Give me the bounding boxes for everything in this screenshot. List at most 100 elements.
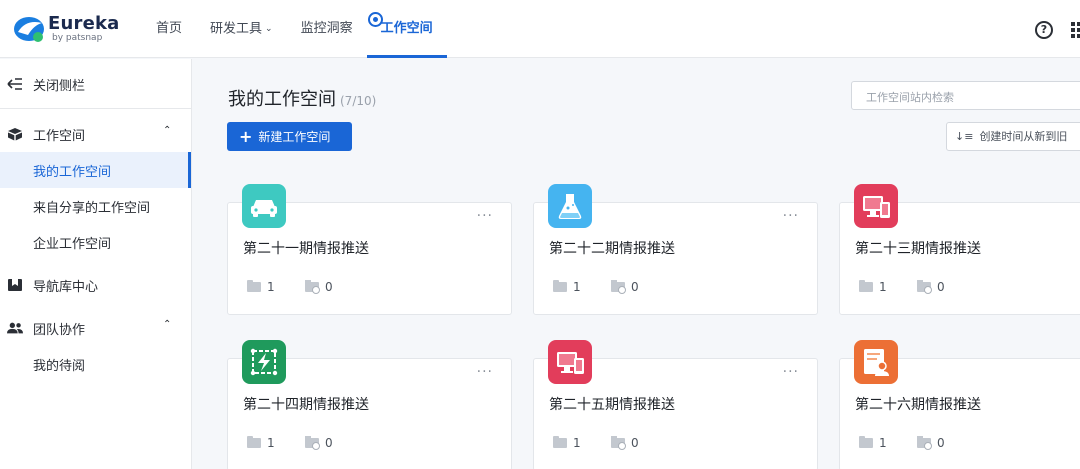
sidebar-item-nav-library[interactable]: 导航库中心 bbox=[0, 267, 191, 303]
nav-rd-tools-label: 研发工具 bbox=[210, 21, 263, 37]
folder-count: 1 bbox=[859, 280, 887, 294]
nav-workspace-label: 工作空间 bbox=[380, 21, 433, 36]
logo-name: Eureka bbox=[48, 13, 120, 34]
sidebar-item-my-workspace-label: 我的工作空间 bbox=[33, 165, 112, 180]
shared-folder-icon bbox=[611, 280, 626, 294]
chevron-up-icon[interactable]: ⌃ bbox=[163, 125, 171, 136]
workspace-count: (7/10) bbox=[340, 94, 377, 108]
shared-folder-icon bbox=[305, 280, 320, 294]
logo-subtitle: by patsnap bbox=[52, 33, 103, 43]
shared-count: 0 bbox=[305, 280, 333, 294]
more-options-icon[interactable]: ··· bbox=[783, 209, 799, 223]
shared-count: 0 bbox=[611, 280, 639, 294]
sort-select[interactable]: ↓≡ 创建时间从新到旧 bbox=[946, 122, 1080, 151]
circuit-icon bbox=[242, 340, 286, 384]
sidebar-item-to-read-label: 我的待阅 bbox=[33, 359, 86, 374]
plus-icon: + bbox=[239, 127, 253, 146]
nav-home-label: 首页 bbox=[156, 21, 183, 36]
nav-home[interactable]: 首页 bbox=[142, 0, 196, 58]
sidebar-item-workspace-label: 工作空间 bbox=[33, 129, 86, 144]
folder-icon bbox=[247, 436, 261, 448]
workspace-search-input[interactable]: 工作空间站内检索 bbox=[851, 81, 1080, 110]
shared-count-value: 0 bbox=[937, 436, 945, 450]
cube-icon bbox=[8, 128, 22, 141]
folder-icon bbox=[859, 436, 873, 448]
team-icon bbox=[7, 322, 23, 334]
page-title-text: 我的工作空间 bbox=[228, 89, 336, 110]
chevron-up-icon[interactable]: ⌃ bbox=[163, 319, 171, 330]
workspace-card-title: 第二十五期情报推送 bbox=[549, 397, 675, 413]
shared-folder-icon bbox=[305, 436, 320, 450]
folder-count-value: 1 bbox=[267, 280, 275, 294]
page-title: 我的工作空间 (7/10) bbox=[228, 85, 376, 111]
eureka-logo[interactable]: Eureka by patsnap bbox=[12, 11, 119, 47]
new-workspace-button[interactable]: + 新建工作空间 bbox=[227, 122, 352, 151]
shared-count-value: 0 bbox=[631, 436, 639, 450]
more-options-icon[interactable]: ··· bbox=[783, 365, 799, 379]
workspace-card-title: 第二十二期情报推送 bbox=[549, 241, 675, 257]
shared-folder-icon bbox=[917, 280, 932, 294]
folder-count: 1 bbox=[247, 280, 275, 294]
nav-monitoring-label: 监控洞察 bbox=[300, 21, 353, 36]
sidebar-item-nav-library-label: 导航库中心 bbox=[33, 280, 99, 295]
folder-count: 1 bbox=[247, 436, 275, 450]
collapse-sidebar-button[interactable]: 关闭侧栏 bbox=[0, 66, 191, 102]
collapse-sidebar-label: 关闭侧栏 bbox=[33, 79, 86, 94]
main-nav: 首页 研发工具 ⌄ 监控洞察 工作空间 bbox=[142, 0, 447, 58]
workspace-card-title: 第二十四期情报推送 bbox=[243, 397, 369, 413]
sidebar-item-workspace[interactable]: 工作空间 ⌃ bbox=[0, 116, 191, 152]
sort-label: 创建时间从新到旧 bbox=[979, 130, 1068, 143]
sidebar-item-shared-workspace[interactable]: 来自分享的工作空间 bbox=[0, 188, 191, 224]
folder-count-value: 1 bbox=[573, 280, 581, 294]
sidebar-item-shared-workspace-label: 来自分享的工作空间 bbox=[33, 201, 151, 216]
bookmark-box-icon bbox=[8, 279, 22, 291]
help-icon[interactable]: ? bbox=[1035, 21, 1053, 39]
shared-count: 0 bbox=[305, 436, 333, 450]
sidebar-item-enterprise-workspace[interactable]: 企业工作空间 bbox=[0, 224, 191, 260]
folder-count-value: 1 bbox=[879, 436, 887, 450]
notification-dot-icon bbox=[368, 12, 383, 27]
sidebar-item-enterprise-workspace-label: 企业工作空间 bbox=[33, 237, 112, 252]
sidebar-item-team[interactable]: 团队协作 ⌃ bbox=[0, 310, 191, 346]
folder-icon bbox=[553, 280, 567, 292]
shared-count: 0 bbox=[611, 436, 639, 450]
shared-count: 0 bbox=[917, 436, 945, 450]
shared-count-value: 0 bbox=[325, 436, 333, 450]
more-options-icon[interactable]: ··· bbox=[477, 209, 493, 223]
apps-grid-icon[interactable] bbox=[1071, 22, 1080, 38]
more-options-icon[interactable]: ··· bbox=[477, 365, 493, 379]
folder-count: 1 bbox=[553, 436, 581, 450]
flask-icon bbox=[548, 184, 592, 228]
folder-count-value: 1 bbox=[573, 436, 581, 450]
workspace-card-title: 第二十三期情报推送 bbox=[855, 241, 981, 257]
folder-count: 1 bbox=[553, 280, 581, 294]
folder-icon bbox=[859, 280, 873, 292]
shared-count-value: 0 bbox=[937, 280, 945, 294]
eureka-logo-icon bbox=[14, 17, 44, 42]
sidebar-item-to-read[interactable]: 我的待阅 bbox=[0, 346, 191, 382]
workspace-card-title: 第二十一期情报推送 bbox=[243, 241, 369, 257]
document-person-icon bbox=[854, 340, 898, 384]
sidebar-item-team-label: 团队协作 bbox=[33, 323, 86, 338]
chevron-down-icon: ⌄ bbox=[265, 24, 273, 34]
sidebar: 关闭侧栏 工作空间 ⌃ 我的工作空间 来自分享的工作空间 企业工作空间 导航库中… bbox=[0, 59, 192, 469]
top-header: Eureka by patsnap 首页 研发工具 ⌄ 监控洞察 工作空间 ? bbox=[0, 0, 1080, 58]
sidebar-collapse[interactable]: 关闭侧栏 bbox=[0, 59, 191, 109]
nav-workspace[interactable]: 工作空间 bbox=[366, 0, 447, 58]
folder-icon bbox=[553, 436, 567, 448]
folder-count: 1 bbox=[859, 436, 887, 450]
nav-rd-tools[interactable]: 研发工具 ⌄ bbox=[196, 0, 287, 58]
car-icon bbox=[242, 184, 286, 228]
shared-folder-icon bbox=[611, 436, 626, 450]
shared-count: 0 bbox=[917, 280, 945, 294]
folder-count-value: 1 bbox=[267, 436, 275, 450]
new-workspace-label: 新建工作空间 bbox=[258, 130, 331, 144]
sidebar-item-my-workspace[interactable]: 我的工作空间 bbox=[0, 152, 191, 188]
search-placeholder: 工作空间站内检索 bbox=[866, 91, 954, 104]
folder-count-value: 1 bbox=[879, 280, 887, 294]
shared-folder-icon bbox=[917, 436, 932, 450]
workspace-card-title: 第二十六期情报推送 bbox=[855, 397, 981, 413]
nav-monitoring[interactable]: 监控洞察 bbox=[287, 0, 367, 58]
collapse-left-icon bbox=[7, 78, 22, 90]
devices-icon bbox=[854, 184, 898, 228]
